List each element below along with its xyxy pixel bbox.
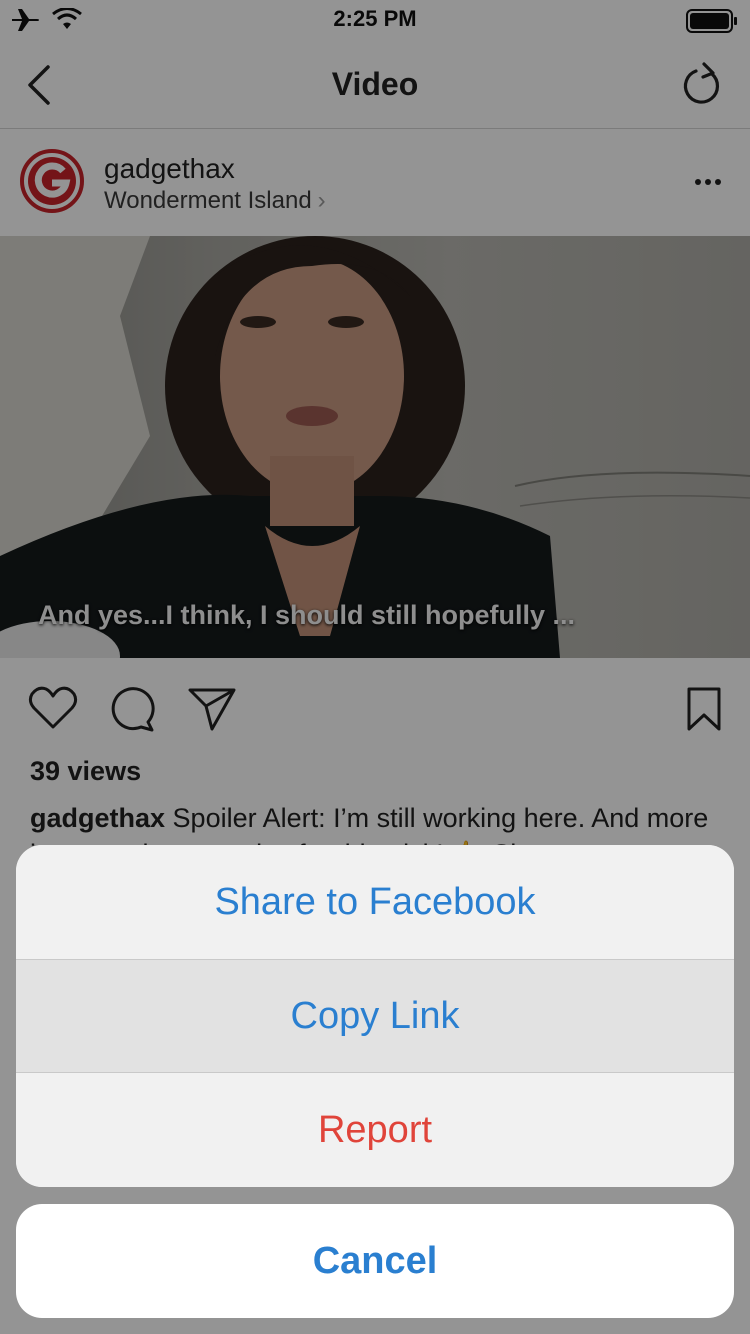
share-to-facebook-button[interactable]: Share to Facebook [16, 845, 734, 959]
cancel-button[interactable]: Cancel [16, 1204, 734, 1318]
copy-link-button[interactable]: Copy Link [16, 959, 734, 1073]
action-sheet: Share to Facebook Copy Link Report [16, 845, 734, 1187]
report-button[interactable]: Report [16, 1073, 734, 1187]
